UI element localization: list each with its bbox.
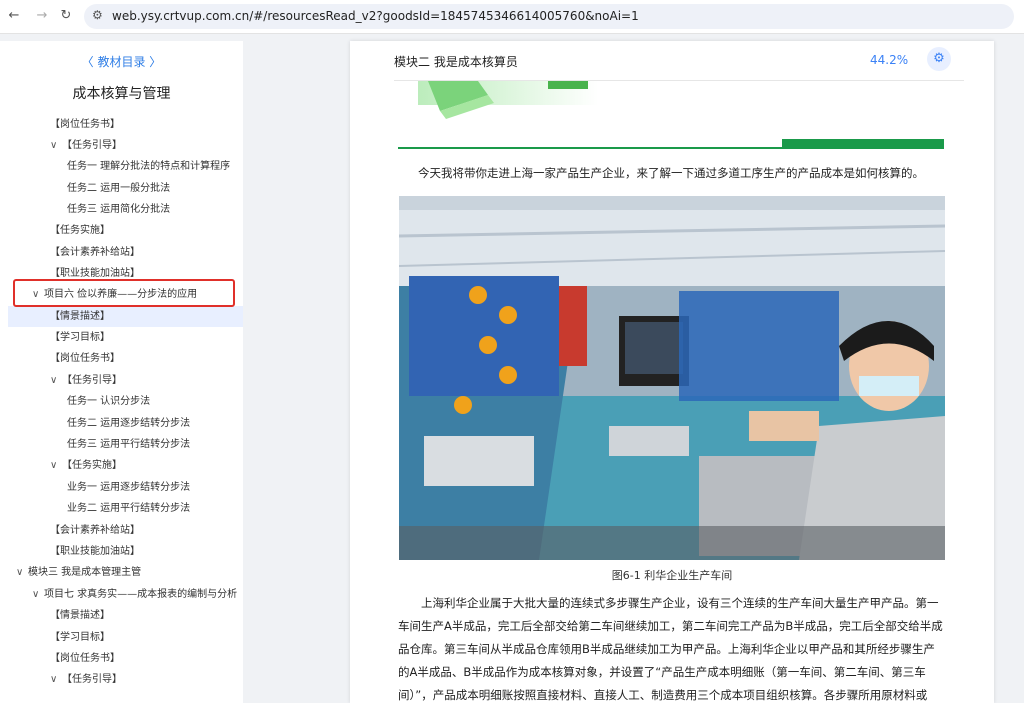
toc-item-project7[interactable]: ∨ 项目七 求真务实——成本报表的编制与分析 xyxy=(32,584,237,605)
section-rule-accent xyxy=(782,139,944,149)
toc-sidebar: 〈 教材目录 〉 成本核算与管理 【岗位任务书】 ∨ 【任务引导】 任务一 理解分… xyxy=(0,41,243,703)
book-title: 成本核算与管理 xyxy=(72,86,171,102)
toc-item[interactable]: 【会计素养补给站】 xyxy=(50,520,140,541)
toc-item[interactable]: 【学习目标】 xyxy=(50,327,110,348)
toc-item[interactable]: 【情景描述】 xyxy=(50,605,110,626)
toc-item[interactable]: 任务二 运用逐步结转分步法 xyxy=(67,413,190,434)
toc-item[interactable]: ∨ 【任务引导】 xyxy=(50,669,122,690)
forward-arrow-icon[interactable]: → xyxy=(32,6,52,26)
body-paragraph: 上海利华企业属于大批大量的连续式多步骤生产企业，设有三个连续的生产车间大量生产甲… xyxy=(398,596,943,702)
chevron-down-icon[interactable]: ∨ xyxy=(50,135,62,156)
reading-progress: 44.2% xyxy=(870,53,909,67)
toc-item[interactable]: 【任务实施】 xyxy=(50,220,110,241)
toc-item[interactable]: 任务一 认识分步法 xyxy=(67,391,150,412)
chevron-down-icon[interactable]: ∨ xyxy=(50,669,62,690)
toc-item[interactable]: 任务三 运用简化分批法 xyxy=(67,199,170,220)
toc-item[interactable]: 【岗位任务书】 xyxy=(50,348,120,369)
site-info-icon[interactable]: ⚙ xyxy=(92,8,103,22)
factory-photo xyxy=(399,196,945,560)
toc-item[interactable]: 【职业技能加油站】 xyxy=(50,541,140,562)
toc-item[interactable]: 业务一 运用逐步结转分步法 xyxy=(67,477,190,498)
toc-item[interactable]: 任务一 理解分批法的特点和计算程序 xyxy=(67,156,230,177)
url-text[interactable]: web.ysy.crtvup.com.cn/#/resourcesRead_v2… xyxy=(112,9,639,23)
browser-toolbar: ← → ↻ ⚙ web.ysy.crtvup.com.cn/#/resource… xyxy=(0,0,1024,34)
intro-text: 今天我将带你走进上海一家产品生产企业，来了解一下通过多道工序生产的产品成本是如何… xyxy=(418,166,924,180)
toc-item[interactable]: 任务三 运用平行结转分步法 xyxy=(67,434,190,455)
chevron-down-icon[interactable]: ∨ xyxy=(50,455,62,476)
reader-panel: 模块二 我是成本核算员 44.2% ⚙ 今天我将带你走进上海一家产品生产企业，来… xyxy=(350,41,994,703)
chevron-down-icon[interactable]: ∨ xyxy=(50,370,62,391)
chevron-down-icon[interactable]: ∨ xyxy=(32,584,44,605)
toc-item[interactable]: 业务二 运用平行结转分步法 xyxy=(67,498,190,519)
address-bar[interactable]: ⚙ web.ysy.crtvup.com.cn/#/resourcesRead_… xyxy=(84,4,1014,29)
section-title: 模块二 我是成本核算员 xyxy=(394,55,518,69)
figure-caption: 图6-1 利华企业生产车间 xyxy=(611,569,733,582)
toc-item-module3[interactable]: ∨ 模块三 我是成本管理主管 xyxy=(16,562,141,583)
toc-item[interactable]: 【岗位任务书】 xyxy=(50,114,120,135)
toc-item[interactable]: ∨ 【任务实施】 xyxy=(50,455,122,476)
settings-icon[interactable]: ⚙ xyxy=(927,47,951,71)
toc-item[interactable]: 任务二 运用一般分批法 xyxy=(67,178,170,199)
toc-item[interactable]: ∨ 【任务引导】 xyxy=(50,370,122,391)
toc-item-active[interactable]: 【情景描述】 xyxy=(8,306,243,327)
highlight-box xyxy=(13,279,235,307)
toc-item[interactable]: 【会计素养补给站】 xyxy=(50,242,140,263)
back-arrow-icon[interactable]: ← xyxy=(4,6,24,26)
toc-item[interactable]: 【学习目标】 xyxy=(50,627,110,648)
section-banner-graphic xyxy=(418,81,598,119)
toc-header[interactable]: 〈 教材目录 〉 xyxy=(0,53,243,70)
toc-item[interactable]: ∨ 【任务引导】 xyxy=(50,135,122,156)
chevron-down-icon[interactable]: ∨ xyxy=(16,562,28,583)
toc-item[interactable]: 【岗位任务书】 xyxy=(50,648,120,669)
reload-icon[interactable]: ↻ xyxy=(56,6,76,26)
